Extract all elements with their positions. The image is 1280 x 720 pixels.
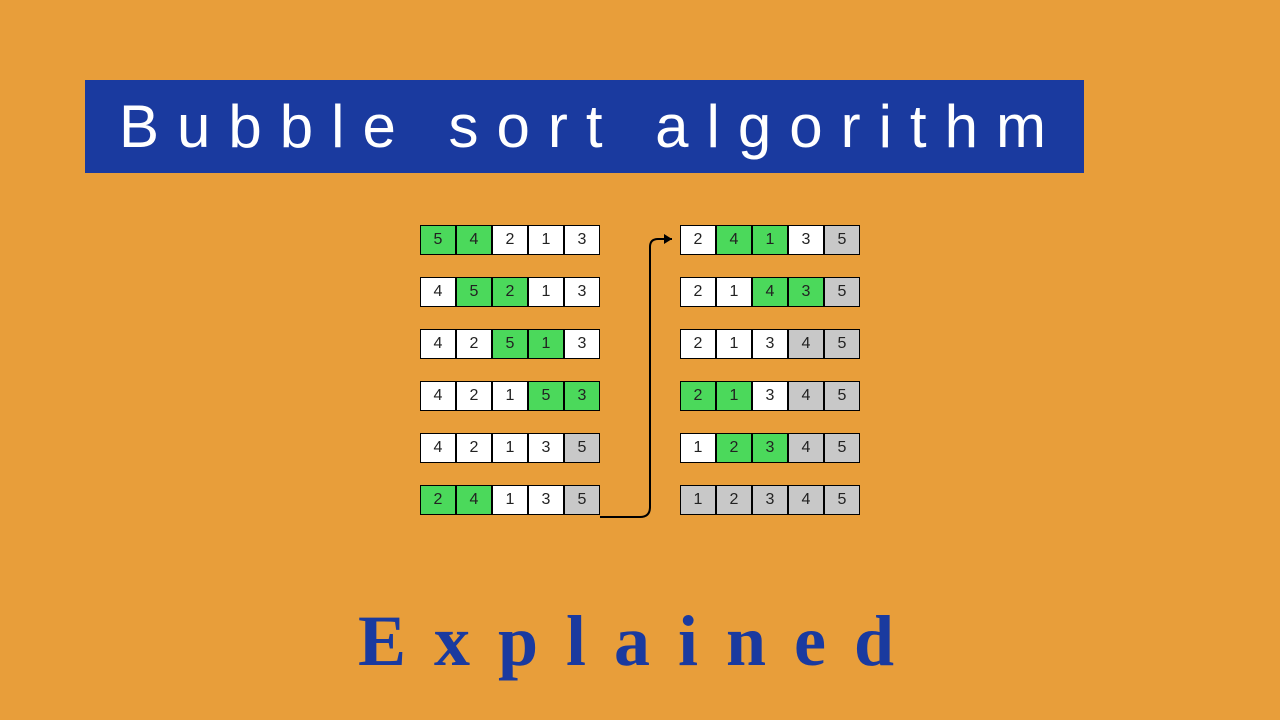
array-cell: 4 — [752, 277, 788, 307]
array-row: 42513 — [420, 329, 600, 359]
array-cell: 5 — [492, 329, 528, 359]
array-cell: 1 — [492, 485, 528, 515]
array-cell: 5 — [456, 277, 492, 307]
flow-arrow-icon — [600, 225, 680, 535]
array-row: 12345 — [680, 433, 860, 463]
array-cell: 5 — [824, 381, 860, 411]
array-cell: 4 — [456, 225, 492, 255]
array-cell: 2 — [716, 433, 752, 463]
array-row: 21345 — [680, 329, 860, 359]
array-cell: 2 — [680, 277, 716, 307]
array-cell: 2 — [456, 329, 492, 359]
array-cell: 1 — [752, 225, 788, 255]
array-cell: 5 — [528, 381, 564, 411]
array-row: 12345 — [680, 485, 860, 515]
array-cell: 1 — [716, 381, 752, 411]
array-cell: 3 — [788, 225, 824, 255]
array-cell: 1 — [716, 329, 752, 359]
diagram-left-column: 542134521342513421534213524135 — [420, 225, 600, 515]
array-cell: 2 — [456, 433, 492, 463]
array-row: 45213 — [420, 277, 600, 307]
array-cell: 3 — [564, 225, 600, 255]
array-cell: 2 — [680, 225, 716, 255]
array-cell: 3 — [564, 329, 600, 359]
array-cell: 5 — [564, 485, 600, 515]
array-cell: 4 — [420, 433, 456, 463]
array-cell: 4 — [788, 329, 824, 359]
diagram-arrow-gap — [600, 225, 680, 515]
array-cell: 5 — [824, 433, 860, 463]
array-cell: 1 — [680, 433, 716, 463]
array-cell: 4 — [420, 329, 456, 359]
array-cell: 3 — [564, 277, 600, 307]
array-cell: 1 — [492, 381, 528, 411]
subtitle: Explained — [358, 600, 922, 683]
array-row: 24135 — [680, 225, 860, 255]
bubble-sort-diagram: 542134521342513421534213524135 241352143… — [0, 225, 1280, 515]
array-cell: 4 — [420, 277, 456, 307]
array-cell: 3 — [752, 329, 788, 359]
array-row: 42135 — [420, 433, 600, 463]
array-row: 54213 — [420, 225, 600, 255]
array-cell: 2 — [492, 225, 528, 255]
array-cell: 3 — [752, 433, 788, 463]
array-cell: 2 — [680, 329, 716, 359]
array-row: 24135 — [420, 485, 600, 515]
array-row: 21435 — [680, 277, 860, 307]
array-cell: 3 — [528, 433, 564, 463]
array-cell: 2 — [420, 485, 456, 515]
array-cell: 4 — [716, 225, 752, 255]
array-cell: 3 — [788, 277, 824, 307]
array-cell: 5 — [564, 433, 600, 463]
array-row: 42153 — [420, 381, 600, 411]
array-cell: 4 — [420, 381, 456, 411]
array-cell: 5 — [824, 329, 860, 359]
array-cell: 1 — [492, 433, 528, 463]
array-cell: 1 — [528, 225, 564, 255]
array-cell: 3 — [564, 381, 600, 411]
array-cell: 4 — [788, 433, 824, 463]
array-cell: 1 — [716, 277, 752, 307]
array-cell: 4 — [788, 381, 824, 411]
array-cell: 1 — [528, 277, 564, 307]
array-cell: 4 — [788, 485, 824, 515]
array-cell: 2 — [492, 277, 528, 307]
array-cell: 3 — [752, 381, 788, 411]
array-cell: 5 — [420, 225, 456, 255]
array-cell: 2 — [456, 381, 492, 411]
array-cell: 5 — [824, 225, 860, 255]
array-cell: 1 — [528, 329, 564, 359]
array-cell: 4 — [456, 485, 492, 515]
array-cell: 1 — [680, 485, 716, 515]
array-cell: 3 — [528, 485, 564, 515]
array-cell: 2 — [680, 381, 716, 411]
array-row: 21345 — [680, 381, 860, 411]
diagram-right-column: 241352143521345213451234512345 — [680, 225, 860, 515]
array-cell: 3 — [752, 485, 788, 515]
array-cell: 5 — [824, 485, 860, 515]
page-title: Bubble sort algorithm — [85, 80, 1084, 173]
array-cell: 5 — [824, 277, 860, 307]
array-cell: 2 — [716, 485, 752, 515]
